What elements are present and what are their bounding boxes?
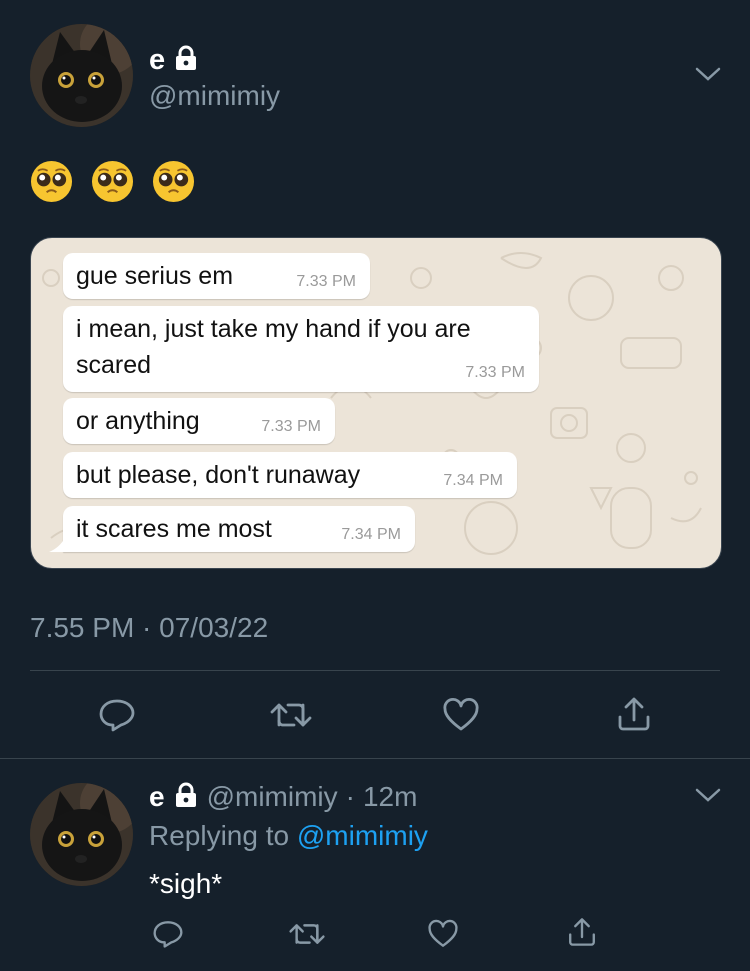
- chat-message-time: 7.34 PM: [443, 472, 503, 489]
- retweet-button[interactable]: [269, 699, 313, 736]
- share-button[interactable]: [566, 916, 598, 953]
- reply-time-ago[interactable]: 12m: [363, 781, 417, 813]
- chat-message-5: it scares me most 7.34 PM: [63, 506, 415, 552]
- reply-author-name[interactable]: e: [149, 781, 165, 813]
- chat-message-time: 7.34 PM: [341, 526, 401, 543]
- replying-to-handle-link[interactable]: @mimimiy: [297, 820, 428, 851]
- tweet-timestamp[interactable]: 7.55 PM · 07/03/22: [30, 612, 268, 644]
- pleading-face-icon: [30, 160, 73, 203]
- heart-icon: [428, 919, 458, 947]
- chevron-down-icon[interactable]: [694, 64, 722, 89]
- chat-message-time: 7.33 PM: [296, 273, 356, 290]
- share-icon: [618, 697, 650, 731]
- replying-to-line: Replying to @mimimiy: [149, 820, 428, 852]
- author-handle[interactable]: @mimimiy: [149, 80, 280, 112]
- chat-message-time: 7.33 PM: [465, 364, 525, 381]
- divider: [30, 670, 720, 671]
- reply-button[interactable]: [98, 697, 136, 738]
- chat-message-time: 7.33 PM: [261, 418, 321, 435]
- chat-message-2: i mean, just take my hand if you are sca…: [63, 306, 539, 392]
- chevron-down-icon[interactable]: [694, 785, 722, 810]
- author-avatar[interactable]: [30, 24, 133, 127]
- chat-message-1: gue serius em 7.33 PM: [63, 253, 370, 299]
- retweet-icon: [289, 924, 325, 944]
- replying-to-label: Replying to: [149, 820, 290, 851]
- share-icon: [569, 918, 595, 946]
- chat-message-text: it scares me most: [76, 515, 272, 543]
- reply-icon: [153, 921, 183, 948]
- chat-message-text: or anything: [76, 407, 200, 435]
- black-cat-image: [30, 783, 133, 886]
- reply-header: e @mimimiy · 12m: [149, 781, 417, 813]
- author-name-row: e: [149, 44, 199, 77]
- reply-icon: [99, 699, 135, 732]
- black-cat-image: [30, 24, 133, 127]
- chat-message-text: i mean, just take my hand if you are: [76, 315, 471, 343]
- chat-message-4: but please, don't runaway 7.34 PM: [63, 452, 517, 498]
- reply-text: *sigh*: [149, 868, 223, 899]
- attached-chat-screenshot[interactable]: gue serius em 7.33 PM i mean, just take …: [30, 237, 722, 569]
- pleading-face-icon: [91, 160, 134, 203]
- chat-message-3: or anything 7.33 PM: [63, 398, 335, 444]
- bubble-tail-icon: [49, 538, 65, 552]
- lock-icon: [173, 45, 199, 76]
- chat-message-text: gue serius em: [76, 262, 234, 290]
- retweet-icon: [270, 703, 312, 727]
- retweet-button[interactable]: [288, 920, 326, 953]
- tweet-text: [30, 160, 195, 203]
- reply-author-handle[interactable]: @mimimiy: [207, 781, 338, 813]
- heart-icon: [443, 697, 479, 731]
- like-button[interactable]: [427, 919, 459, 954]
- divider: [0, 758, 750, 759]
- lock-icon: [173, 782, 199, 813]
- author-name[interactable]: e: [149, 44, 165, 77]
- share-button[interactable]: [615, 695, 653, 738]
- reply-button[interactable]: [152, 919, 184, 954]
- like-button[interactable]: [442, 697, 480, 738]
- meta-separator: ·: [345, 781, 355, 812]
- pleading-face-icon: [152, 160, 195, 203]
- reply-author-avatar[interactable]: [30, 783, 133, 886]
- chat-message-text: scared: [76, 351, 152, 379]
- chat-message-text: but please, don't runaway: [76, 461, 361, 489]
